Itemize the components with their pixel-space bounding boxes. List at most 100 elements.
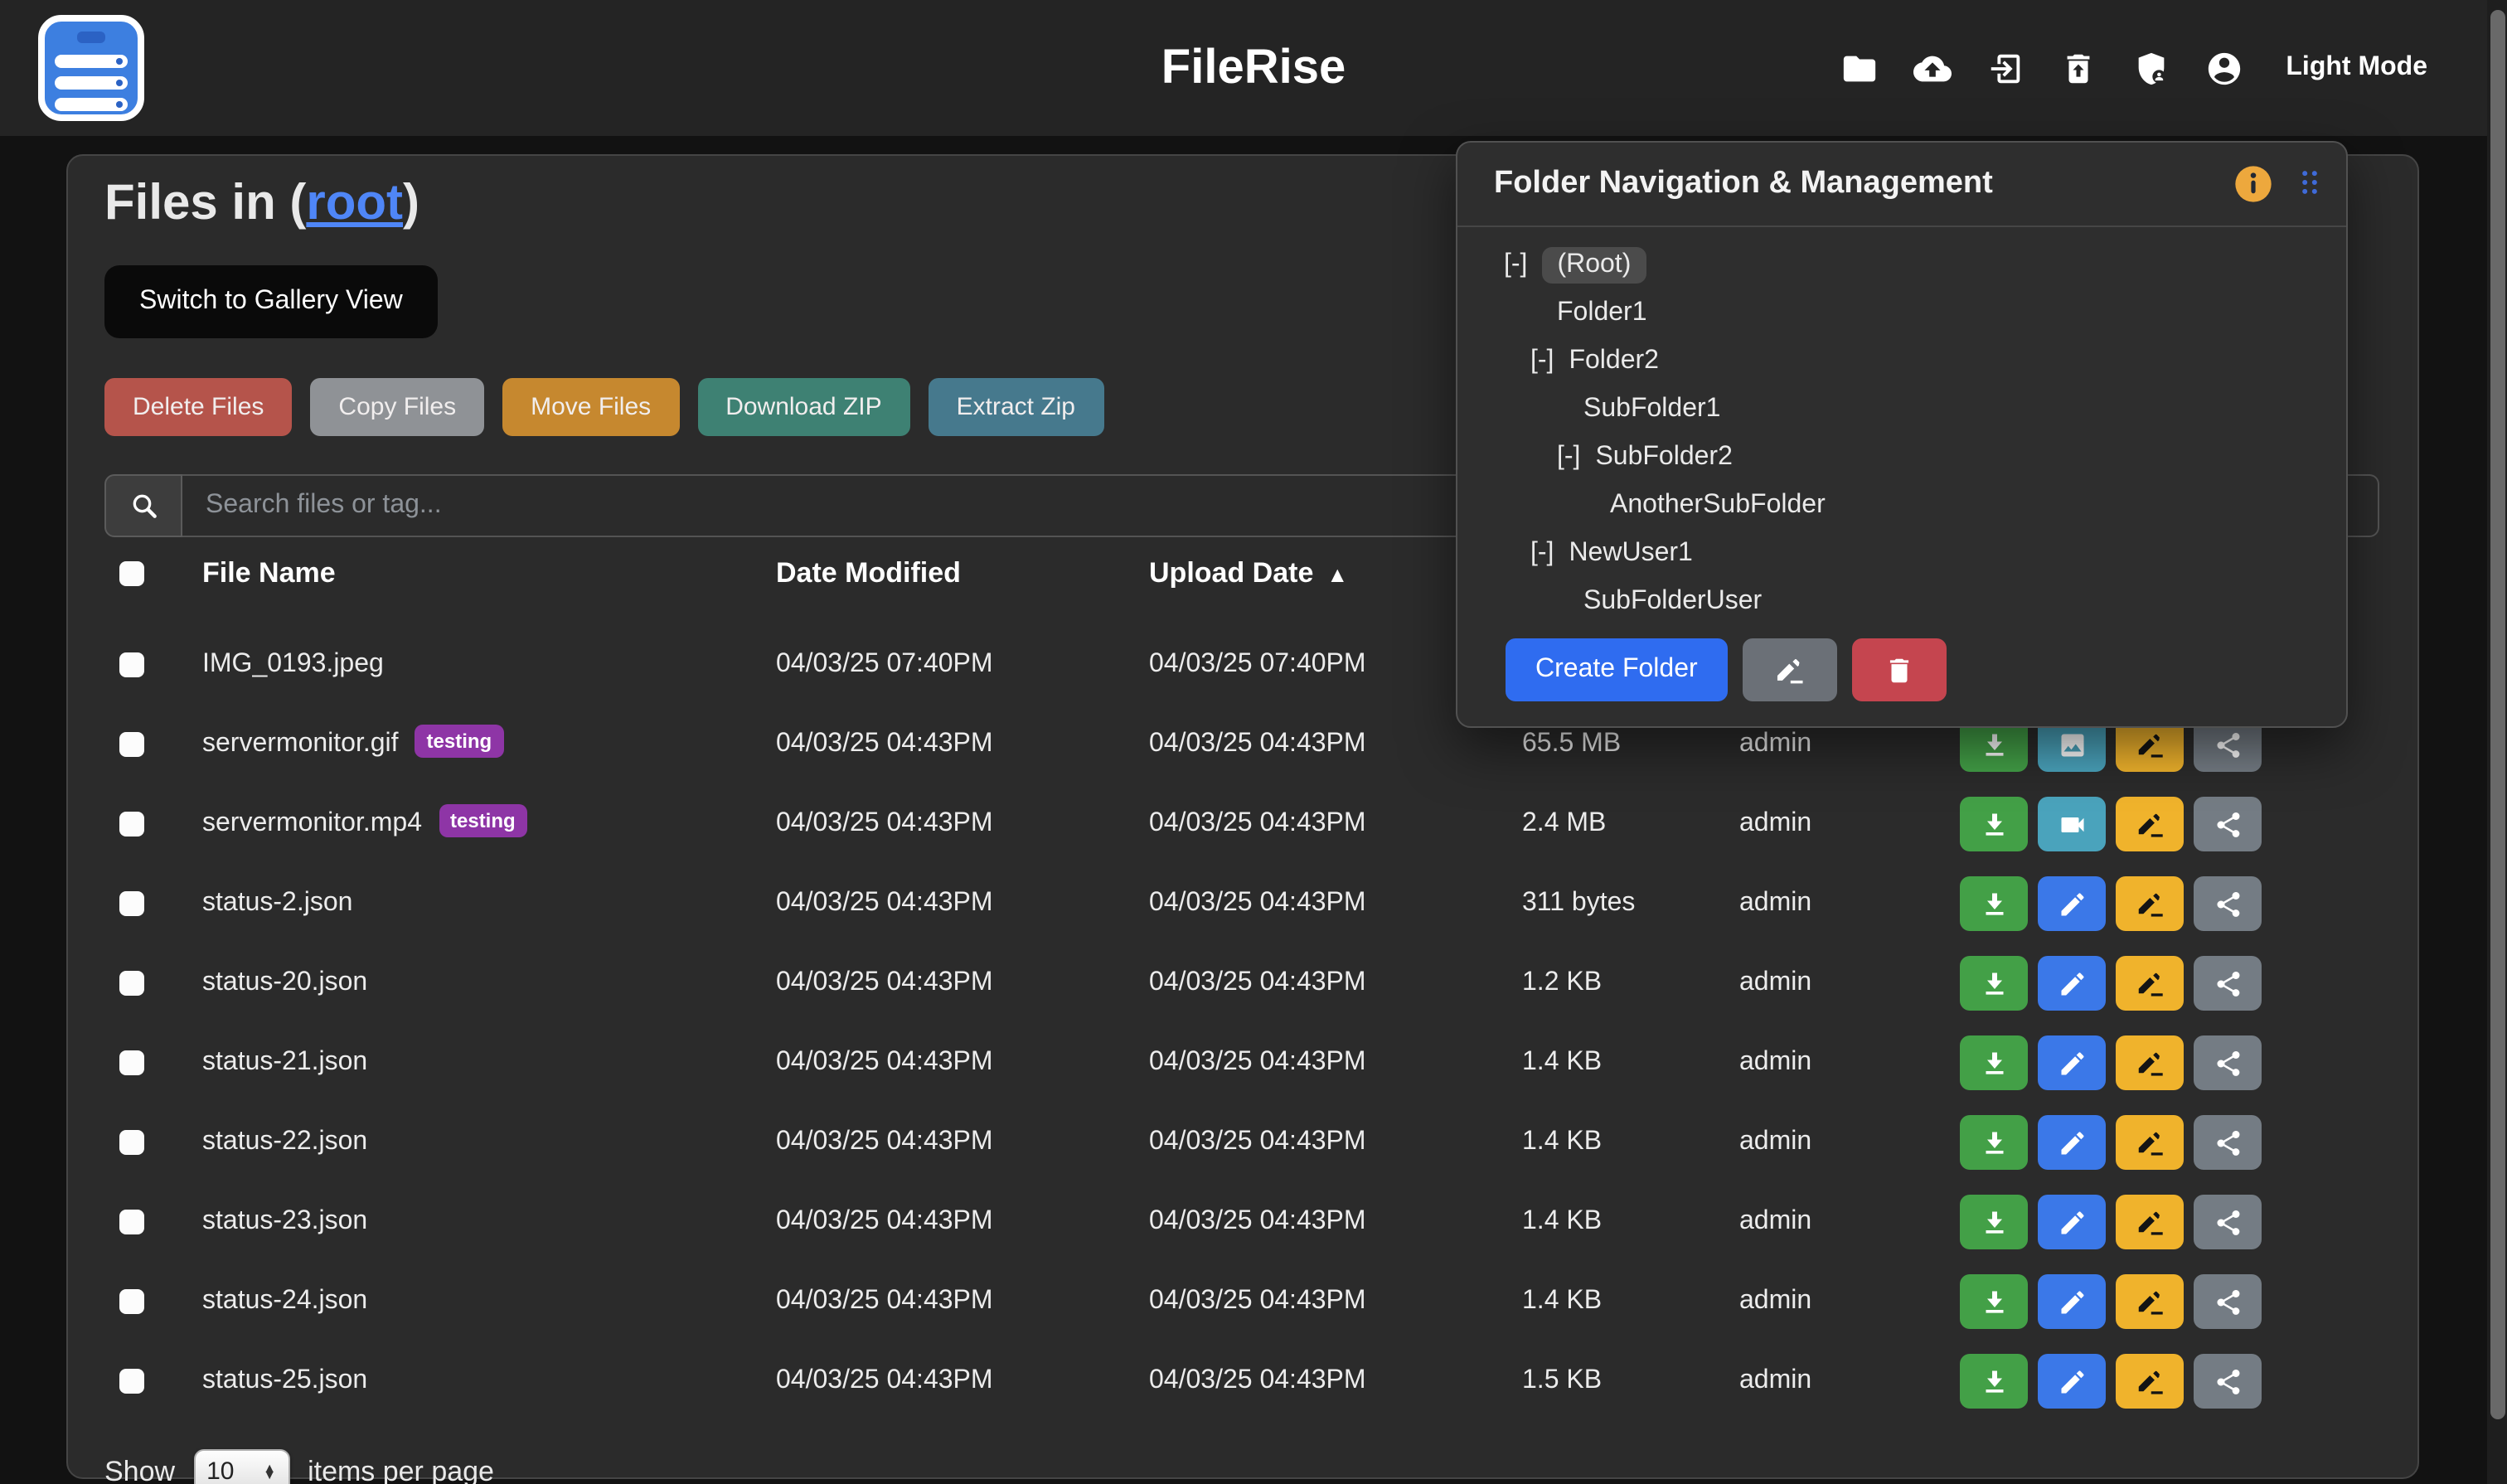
edit-button[interactable]	[2038, 1354, 2106, 1409]
edit-button[interactable]	[2038, 876, 2106, 931]
edit-button[interactable]	[2038, 1195, 2106, 1249]
row-checkbox[interactable]	[119, 1130, 144, 1155]
download-button[interactable]	[1960, 1035, 2028, 1090]
copy-files-button[interactable]: Copy Files	[310, 378, 484, 436]
gallery-view-button[interactable]: Switch to Gallery View	[104, 265, 438, 338]
theme-toggle[interactable]: Light Mode	[2286, 53, 2427, 83]
rename-button[interactable]	[2116, 1115, 2184, 1170]
download-button[interactable]	[1960, 797, 2028, 851]
tree-toggle[interactable]: [-]	[1504, 250, 1527, 279]
download-button[interactable]	[1960, 1115, 2028, 1170]
logout-icon[interactable]	[1986, 49, 2024, 87]
folder-tree-item[interactable]: [-] SubFolder2	[1457, 433, 2346, 481]
tree-label[interactable]: SubFolder1	[1583, 394, 1720, 424]
folder-tree-item[interactable]: Folder1	[1457, 289, 2346, 337]
tree-label[interactable]: SubFolderUser	[1583, 586, 1762, 616]
folder-tree-item[interactable]: [-] (Root)	[1457, 240, 2346, 289]
column-file-name[interactable]: File Name	[202, 557, 336, 590]
download-button[interactable]	[1960, 1274, 2028, 1329]
extract-zip-button[interactable]: Extract Zip	[929, 378, 1103, 436]
file-name[interactable]: status-22.json	[202, 1128, 367, 1156]
row-checkbox[interactable]	[119, 812, 144, 837]
upload-date: 04/03/25 04:43PM	[1149, 1287, 1366, 1317]
items-per-page-select[interactable]: 10 ▲▼	[193, 1449, 289, 1484]
download-button[interactable]	[1960, 1195, 2028, 1249]
row-checkbox[interactable]	[119, 732, 144, 757]
rename-button[interactable]	[2116, 1035, 2184, 1090]
rename-button[interactable]	[2116, 797, 2184, 851]
file-name[interactable]: servermonitor.gif	[202, 730, 399, 758]
share-button[interactable]	[2194, 1115, 2262, 1170]
share-button[interactable]	[2194, 1035, 2262, 1090]
rename-button[interactable]	[2116, 956, 2184, 1011]
tree-label[interactable]: (Root)	[1542, 246, 1646, 283]
file-name[interactable]: status-23.json	[202, 1207, 367, 1235]
share-button[interactable]	[2194, 1354, 2262, 1409]
scrollbar-thumb[interactable]	[2490, 10, 2505, 1419]
rename-button[interactable]	[2116, 1195, 2184, 1249]
delete-files-button[interactable]: Delete Files	[104, 378, 292, 436]
tree-label[interactable]: AnotherSubFolder	[1610, 490, 1826, 520]
uploader: admin	[1739, 1366, 1811, 1396]
move-files-button[interactable]: Move Files	[502, 378, 679, 436]
tree-label[interactable]: Folder2	[1569, 346, 1659, 376]
folder-tree-item[interactable]: [-] Folder2	[1457, 337, 2346, 385]
row-checkbox[interactable]	[119, 1210, 144, 1234]
row-checkbox[interactable]	[119, 1369, 144, 1394]
tree-label[interactable]: SubFolder2	[1595, 442, 1732, 472]
folder-tree-item[interactable]: SubFolderUser	[1457, 577, 2346, 625]
account-icon[interactable]	[2204, 49, 2243, 87]
edit-button[interactable]	[2038, 956, 2106, 1011]
rename-button[interactable]	[2116, 1274, 2184, 1329]
edit-button[interactable]	[2038, 1115, 2106, 1170]
admin-shield-icon[interactable]	[2131, 49, 2170, 87]
trash-restore-icon[interactable]	[2058, 49, 2097, 87]
root-link[interactable]: root	[306, 176, 403, 230]
delete-folder-button[interactable]	[1852, 638, 1947, 701]
cloud-upload-icon[interactable]	[1913, 49, 1951, 87]
folder-tree-item[interactable]: AnotherSubFolder	[1457, 481, 2346, 529]
file-name[interactable]: status-2.json	[202, 889, 352, 917]
edit-button[interactable]	[2038, 1274, 2106, 1329]
video-button[interactable]	[2038, 797, 2106, 851]
download-button[interactable]	[1960, 876, 2028, 931]
tree-toggle[interactable]: [-]	[1557, 442, 1580, 472]
folder-tree-item[interactable]: [-] NewUser1	[1457, 529, 2346, 577]
row-checkbox[interactable]	[119, 971, 144, 996]
file-name[interactable]: status-20.json	[202, 968, 367, 997]
file-name[interactable]: IMG_0193.jpeg	[202, 650, 384, 678]
folder-icon[interactable]	[1840, 49, 1878, 87]
download-button[interactable]	[1960, 956, 2028, 1011]
file-name[interactable]: status-25.json	[202, 1366, 367, 1394]
column-upload-date[interactable]: Upload Date▲	[1149, 557, 1348, 590]
row-checkbox[interactable]	[119, 1289, 144, 1314]
share-button[interactable]	[2194, 956, 2262, 1011]
row-checkbox[interactable]	[119, 652, 144, 677]
info-icon[interactable]	[2232, 162, 2275, 206]
rename-button[interactable]	[2116, 1354, 2184, 1409]
scrollbar-track[interactable]	[2487, 0, 2507, 1484]
column-date-modified[interactable]: Date Modified	[776, 557, 961, 590]
tree-toggle[interactable]: [-]	[1530, 346, 1554, 376]
row-checkbox[interactable]	[119, 1050, 144, 1075]
share-button[interactable]	[2194, 797, 2262, 851]
share-button[interactable]	[2194, 1274, 2262, 1329]
tree-label[interactable]: NewUser1	[1569, 538, 1692, 568]
file-name[interactable]: status-21.json	[202, 1048, 367, 1076]
select-all-checkbox[interactable]	[119, 561, 144, 586]
tree-toggle[interactable]: [-]	[1530, 538, 1554, 568]
tree-label[interactable]: Folder1	[1557, 298, 1647, 327]
rename-folder-button[interactable]	[1743, 638, 1837, 701]
folder-tree-item[interactable]: SubFolder1	[1457, 385, 2346, 433]
share-button[interactable]	[2194, 1195, 2262, 1249]
file-name[interactable]: status-24.json	[202, 1287, 367, 1315]
share-button[interactable]	[2194, 876, 2262, 931]
edit-button[interactable]	[2038, 1035, 2106, 1090]
download-zip-button[interactable]: Download ZIP	[697, 378, 909, 436]
create-folder-button[interactable]: Create Folder	[1506, 638, 1728, 701]
drag-handle-icon[interactable]	[2293, 166, 2323, 202]
download-button[interactable]	[1960, 1354, 2028, 1409]
file-name[interactable]: servermonitor.mp4	[202, 809, 422, 837]
row-checkbox[interactable]	[119, 891, 144, 916]
rename-button[interactable]	[2116, 876, 2184, 931]
